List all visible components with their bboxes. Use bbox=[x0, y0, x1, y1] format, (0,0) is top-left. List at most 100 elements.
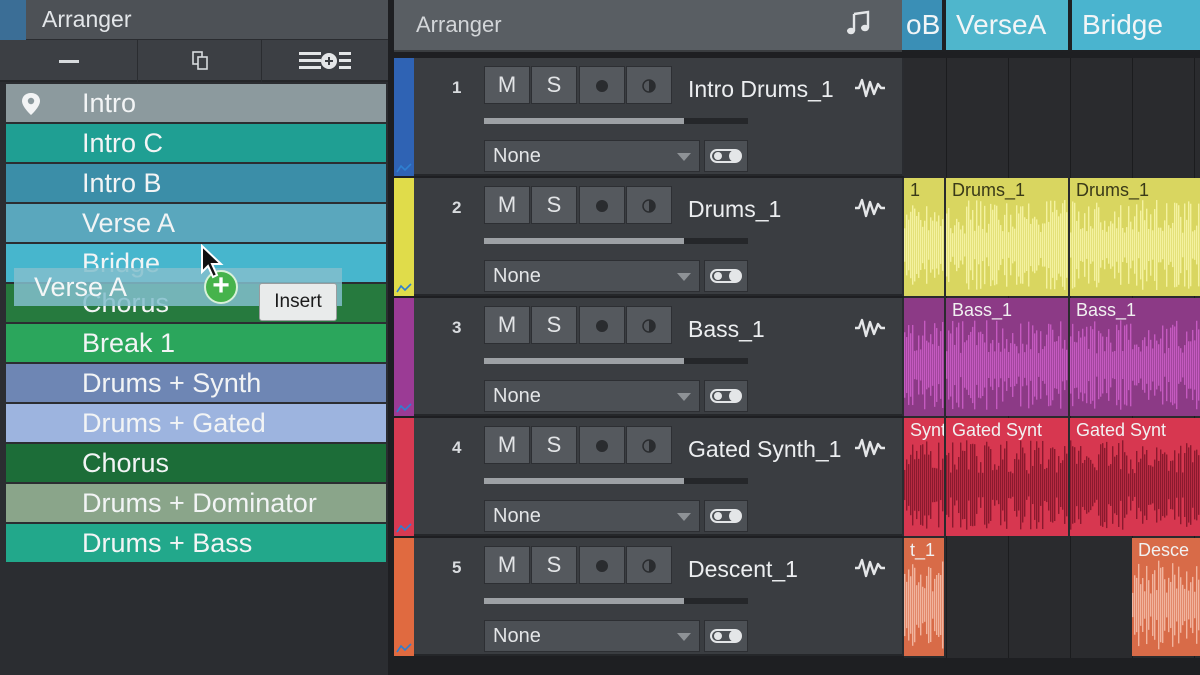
audio-clip[interactable] bbox=[904, 298, 944, 416]
arranger-track-header: Arranger bbox=[394, 0, 902, 52]
track-header: 4 M S Gated Synth_1 None bbox=[414, 418, 922, 536]
monitor-button[interactable] bbox=[626, 66, 672, 104]
section-item[interactable]: Intro B bbox=[6, 164, 386, 202]
track-color-strip[interactable] bbox=[394, 58, 414, 176]
section-item[interactable]: Intro C bbox=[6, 124, 386, 162]
automation-icon[interactable] bbox=[396, 282, 412, 294]
grid-line bbox=[1008, 538, 1009, 658]
track-number: 1 bbox=[452, 78, 462, 97]
input-select-value: None bbox=[493, 145, 541, 167]
track-lane[interactable]: Synt Gated Synt Gated Synt bbox=[904, 418, 1200, 538]
input-select[interactable]: None bbox=[484, 140, 700, 172]
audio-clip[interactable]: Gated Synt bbox=[946, 418, 1068, 536]
section-item[interactable]: Drums + Bass bbox=[6, 524, 386, 562]
remove-section-button[interactable] bbox=[0, 40, 138, 82]
record-arm-button[interactable] bbox=[579, 546, 625, 584]
add-section-button[interactable] bbox=[262, 40, 388, 82]
input-select[interactable]: None bbox=[484, 260, 700, 292]
monitor-button[interactable] bbox=[626, 186, 672, 224]
section-item[interactable]: Drums + Dominator bbox=[6, 484, 386, 522]
mute-button[interactable]: M bbox=[484, 306, 530, 344]
audio-clip[interactable]: Synt bbox=[904, 418, 944, 536]
section-item[interactable]: Intro bbox=[6, 84, 386, 122]
track-row: 3 M S Bass_1 None Bass_1 Bass_1 bbox=[394, 298, 1200, 418]
track-name[interactable]: Gated Synth_1 bbox=[688, 436, 841, 463]
record-arm-button[interactable] bbox=[579, 66, 625, 104]
automation-icon[interactable] bbox=[396, 402, 412, 414]
volume-fader[interactable] bbox=[484, 478, 748, 484]
track-name[interactable]: Intro Drums_1 bbox=[688, 76, 834, 103]
toggle-switch[interactable] bbox=[704, 260, 748, 292]
track-color-strip[interactable] bbox=[394, 298, 414, 416]
volume-fader[interactable] bbox=[484, 238, 748, 244]
solo-button[interactable]: S bbox=[531, 546, 577, 584]
audio-clip[interactable]: Drums_1 bbox=[1070, 178, 1200, 296]
track-name[interactable]: Descent_1 bbox=[688, 556, 798, 583]
mute-button[interactable]: M bbox=[484, 426, 530, 464]
track-color-strip[interactable] bbox=[394, 538, 414, 656]
section-item[interactable]: Drums + Gated bbox=[6, 404, 386, 442]
mute-button[interactable]: M bbox=[484, 186, 530, 224]
section-item[interactable]: Drums + Synth bbox=[6, 364, 386, 402]
section-item[interactable]: Verse A bbox=[6, 204, 386, 242]
track-lane[interactable]: Bass_1 Bass_1 bbox=[904, 298, 1200, 418]
section-label: Intro B bbox=[82, 168, 162, 198]
monitor-icon bbox=[642, 199, 656, 213]
mute-button[interactable]: M bbox=[484, 66, 530, 104]
clip-label: 1 bbox=[910, 180, 921, 200]
monitor-button[interactable] bbox=[626, 426, 672, 464]
toggle-switch[interactable] bbox=[704, 140, 748, 172]
track-header: 5 M S Descent_1 None bbox=[414, 538, 922, 656]
solo-button[interactable]: S bbox=[531, 426, 577, 464]
section-label: Drums + Bass bbox=[82, 528, 253, 558]
mouse-cursor-icon bbox=[201, 244, 224, 279]
section-item[interactable]: Break 1 bbox=[6, 324, 386, 362]
record-arm-button[interactable] bbox=[579, 426, 625, 464]
section-item[interactable]: Chorus bbox=[6, 444, 386, 482]
track-lane[interactable]: 1 Drums_1 Drums_1 bbox=[904, 178, 1200, 298]
automation-icon[interactable] bbox=[396, 522, 412, 534]
audio-clip[interactable]: 1 bbox=[904, 178, 944, 296]
track-name[interactable]: Bass_1 bbox=[688, 316, 765, 343]
audio-clip[interactable]: Bass_1 bbox=[1070, 298, 1200, 416]
solo-button[interactable]: S bbox=[531, 186, 577, 224]
audio-clip[interactable]: Bass_1 bbox=[946, 298, 1068, 416]
arranger-section-block[interactable]: oB bbox=[902, 0, 942, 50]
solo-button[interactable]: S bbox=[531, 66, 577, 104]
track-header: 1 M S Intro Drums_1 None bbox=[414, 58, 922, 176]
volume-fader[interactable] bbox=[484, 358, 748, 364]
clip-label: Desce bbox=[1138, 540, 1190, 560]
arranger-section-block[interactable]: VerseA bbox=[946, 0, 1068, 50]
toggle-switch[interactable] bbox=[704, 500, 748, 532]
volume-fader-fill bbox=[484, 478, 684, 484]
music-note-icon[interactable] bbox=[846, 10, 872, 38]
duplicate-section-button[interactable] bbox=[138, 40, 262, 82]
record-arm-button[interactable] bbox=[579, 186, 625, 224]
input-select[interactable]: None bbox=[484, 380, 700, 412]
arranger-section-panel: Arranger Intro Intro C Intro B Verse A Bridg… bbox=[0, 0, 388, 675]
track-color-strip[interactable] bbox=[394, 418, 414, 536]
audio-clip[interactable]: t_1 bbox=[904, 538, 944, 656]
toggle-switch[interactable] bbox=[704, 380, 748, 412]
record-arm-button[interactable] bbox=[579, 306, 625, 344]
arranger-section-block[interactable]: Bridge bbox=[1072, 0, 1200, 50]
toggle-switch[interactable] bbox=[704, 620, 748, 652]
track-color-strip[interactable] bbox=[394, 178, 414, 296]
track-name[interactable]: Drums_1 bbox=[688, 196, 781, 223]
monitor-button[interactable] bbox=[626, 546, 672, 584]
track-lane[interactable] bbox=[904, 58, 1200, 178]
automation-icon[interactable] bbox=[396, 162, 412, 174]
volume-fader[interactable] bbox=[484, 598, 748, 604]
input-select[interactable]: None bbox=[484, 500, 700, 532]
audio-clip[interactable]: Gated Synt bbox=[1070, 418, 1200, 536]
monitor-button[interactable] bbox=[626, 306, 672, 344]
volume-fader[interactable] bbox=[484, 118, 748, 124]
track-lane[interactable]: t_1 Desce bbox=[904, 538, 1200, 658]
automation-icon[interactable] bbox=[396, 642, 412, 654]
mute-button[interactable]: M bbox=[484, 546, 530, 584]
solo-button[interactable]: S bbox=[531, 306, 577, 344]
track-number: 3 bbox=[452, 318, 462, 337]
audio-clip[interactable]: Desce bbox=[1132, 538, 1200, 656]
audio-clip[interactable]: Drums_1 bbox=[946, 178, 1068, 296]
input-select[interactable]: None bbox=[484, 620, 700, 652]
